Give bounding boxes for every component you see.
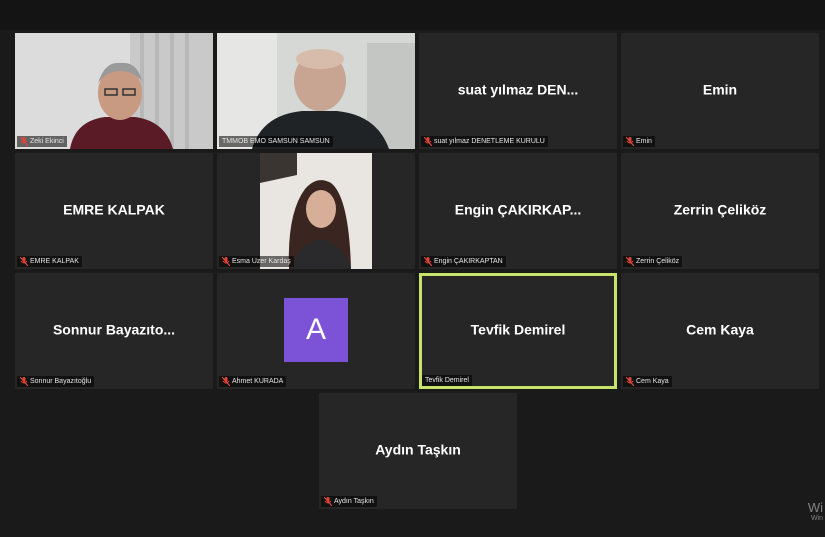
participant-name-label: Engin ÇAKIRKAPTAN [421,256,506,267]
participant-name: Emin [636,138,652,145]
participant-display-name: Engin ÇAKIRKAP... [454,201,582,218]
participant-name-label: EMRE KALPAK [17,256,82,267]
participant-tile-emin[interactable]: Emin Emin [621,33,819,149]
participant-tile-aydin-taskin[interactable]: Aydın Taşkın Aydın Taşkın [319,393,517,509]
participant-name-label: Zerrin Çeliköz [623,256,683,267]
mic-muted-icon [222,377,230,386]
participant-tile-suat-yilmaz[interactable]: suat yılmaz DEN... suat yılmaz DENETLEME… [419,33,617,149]
participant-name-label: Cem Kaya [623,376,672,387]
watermark-line1: Wi [807,500,823,515]
mic-muted-icon [626,377,634,386]
mic-muted-icon [20,377,28,386]
mic-muted-icon [20,137,28,146]
participant-tile-zeki-ekinci[interactable]: Zeki Ekinci [15,33,213,149]
participant-name: Cem Kaya [636,378,669,385]
participant-tile-tevfik-demirel[interactable]: Tevfik Demirel Tevfik Demirel [419,273,617,389]
participant-name: Zerrin Çeliköz [636,258,680,265]
participant-name: TMMOB EMO SAMSUN SAMSUN [222,138,330,145]
mic-muted-icon [424,257,432,266]
participant-display-name: Aydın Taşkın [375,441,461,458]
participant-name: EMRE KALPAK [30,258,79,265]
participant-display-name: suat yılmaz DEN... [457,81,579,98]
participant-name: Zeki Ekinci [30,138,64,145]
participant-display-name: Sonnur Bayazıto... [52,321,176,338]
participant-name-label: Esma Uzer Kardaş [219,256,294,267]
mic-muted-icon [626,137,634,146]
watermark-line2: Win [810,515,823,522]
avatar: A [284,298,348,362]
participant-name-label: Emin [623,136,655,147]
participant-name-label: Sonnur Bayazıtoğlu [17,376,95,387]
participant-name-label: Tevfik Demirel [422,375,472,386]
mic-muted-icon [222,257,230,266]
participant-display-name: Zerrin Çeliköz [673,201,767,218]
participant-display-name: Emin [702,81,738,98]
participant-video [217,153,415,269]
participant-video [15,33,213,149]
mic-muted-icon [424,137,432,146]
participant-display-name: Tevfik Demirel [470,321,566,338]
participant-name-label: Ahmet KURADA [219,376,287,387]
mic-muted-icon [626,257,634,266]
participant-tile-esma-uzer-kardas[interactable]: Esma Uzer Kardaş [217,153,415,269]
participant-name-label: Zeki Ekinci [17,136,67,147]
participant-name: Aydın Taşkın [334,498,374,505]
gallery-view: Zeki Ekinci TMMOB EMO SAMSUN SAMSUN suat… [0,0,825,537]
participant-tile-cem-kaya[interactable]: Cem Kaya Cem Kaya [621,273,819,389]
participant-tile-engin-cakirkaptan[interactable]: Engin ÇAKIRKAP... Engin ÇAKIRKAPTAN [419,153,617,269]
participant-tile-zerrin-celikoz[interactable]: Zerrin Çeliköz Zerrin Çeliköz [621,153,819,269]
participant-tile-tmmob-emo-samsun[interactable]: TMMOB EMO SAMSUN SAMSUN [217,33,415,149]
participant-display-name: Cem Kaya [686,321,754,338]
participant-name: Tevfik Demirel [425,377,469,384]
participant-tile-emre-kalpak[interactable]: EMRE KALPAK EMRE KALPAK [15,153,213,269]
mic-muted-icon [20,257,28,266]
participant-name-label: Aydın Taşkın [321,496,377,507]
participant-name: Esma Uzer Kardaş [232,258,291,265]
participant-video [217,33,415,149]
participant-name: Sonnur Bayazıtoğlu [30,378,92,385]
activation-watermark: Wi Win [808,501,823,523]
participant-name: Ahmet KURADA [232,378,284,385]
top-bar [0,0,825,30]
participant-name-label: suat yılmaz DENETLEME KURULU [421,136,548,147]
participant-name: suat yılmaz DENETLEME KURULU [434,138,545,145]
participant-name-label: TMMOB EMO SAMSUN SAMSUN [219,136,333,147]
mic-muted-icon [324,497,332,506]
participant-tile-sonnur-bayazitoglu[interactable]: Sonnur Bayazıto... Sonnur Bayazıtoğlu [15,273,213,389]
participant-display-name: EMRE KALPAK [63,201,165,218]
participant-name: Engin ÇAKIRKAPTAN [434,258,503,265]
participant-tile-ahmet-kurada[interactable]: A Ahmet KURADA [217,273,415,389]
